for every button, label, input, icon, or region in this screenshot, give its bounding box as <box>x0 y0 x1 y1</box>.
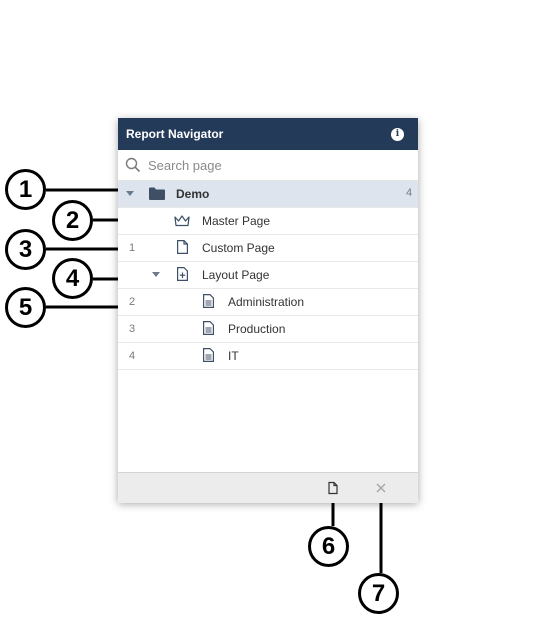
tree-label: Master Page <box>202 214 271 228</box>
document-icon <box>203 294 214 308</box>
panel-header: Report Navigator i <box>118 118 418 150</box>
search-bar <box>118 150 418 181</box>
callout-3: 3 <box>5 229 46 270</box>
tree-label: Layout Page <box>202 268 270 282</box>
search-input[interactable] <box>148 156 408 174</box>
chevron-down-icon[interactable] <box>126 191 134 196</box>
tree-label: Production <box>228 322 286 336</box>
tree-label: Administration <box>228 295 305 309</box>
callout-7: 7 <box>358 573 399 614</box>
tree-row-demo[interactable]: Demo 4 <box>118 181 418 208</box>
tree-row-administration[interactable]: 2 Administration <box>118 289 418 316</box>
callout-1: 1 <box>5 169 46 210</box>
tree-row-custom-page[interactable]: 1 Custom Page <box>118 235 418 262</box>
page-number: 1 <box>129 242 136 254</box>
callout-2: 2 <box>52 200 93 241</box>
document-icon <box>203 321 214 335</box>
panel-footer <box>118 472 418 503</box>
page-number: 3 <box>129 323 136 335</box>
crown-icon <box>174 215 190 227</box>
close-icon[interactable] <box>374 481 388 495</box>
panel-title: Report Navigator <box>126 127 224 141</box>
new-page-icon[interactable] <box>326 481 340 495</box>
document-icon <box>203 348 214 362</box>
page-count: 4 <box>406 187 413 199</box>
folder-icon <box>149 187 165 200</box>
search-icon <box>125 157 141 173</box>
callout-6: 6 <box>308 526 349 567</box>
callout-4: 4 <box>52 258 93 299</box>
tree-label: IT <box>228 349 239 363</box>
tree-row-it[interactable]: 4 IT <box>118 343 418 370</box>
tree-row-production[interactable]: 3 Production <box>118 316 418 343</box>
info-icon[interactable]: i <box>391 128 404 141</box>
tree-label: Demo <box>176 187 210 201</box>
page-icon <box>177 240 188 254</box>
tree-row-master-page[interactable]: Master Page <box>118 208 418 235</box>
layout-page-icon <box>177 267 188 281</box>
tree-row-layout-page[interactable]: Layout Page <box>118 262 418 289</box>
page-number: 2 <box>129 296 136 308</box>
report-navigator-panel: Report Navigator i Demo 4 Master Page <box>118 118 418 503</box>
chevron-down-icon[interactable] <box>152 272 160 277</box>
callout-5: 5 <box>5 287 46 328</box>
page-tree: Demo 4 Master Page 1 Custom Page Layout … <box>118 181 418 370</box>
tree-label: Custom Page <box>202 241 275 255</box>
page-number: 4 <box>129 350 136 362</box>
